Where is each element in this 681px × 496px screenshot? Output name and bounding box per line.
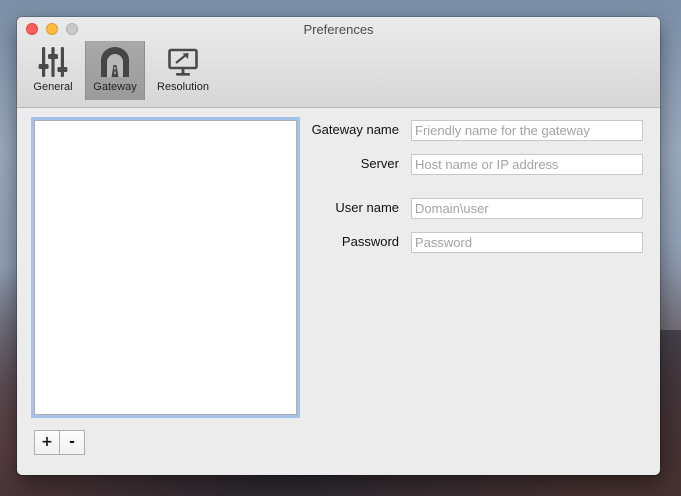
user-name-label: User name xyxy=(335,200,399,215)
tab-gateway[interactable]: Gateway xyxy=(85,41,145,100)
password-field[interactable] xyxy=(411,232,643,253)
sliders-icon xyxy=(36,45,70,79)
monitor-icon xyxy=(166,45,200,79)
window-title: Preferences xyxy=(303,22,374,37)
remove-gateway-button[interactable]: - xyxy=(59,430,85,455)
tab-resolution-label: Resolution xyxy=(157,81,209,93)
gateway-list[interactable] xyxy=(34,120,297,415)
tab-resolution[interactable]: Resolution xyxy=(152,41,214,100)
tab-gateway-label: Gateway xyxy=(93,81,137,93)
server-field[interactable] xyxy=(411,154,643,175)
user-name-field[interactable] xyxy=(411,198,643,219)
gateway-pane: + - Gateway name Server User name Passwo… xyxy=(17,108,660,475)
preferences-window: Preferences General Gateway Resolution +… xyxy=(17,17,660,475)
gateway-name-field[interactable] xyxy=(411,120,643,141)
server-label: Server xyxy=(360,156,399,171)
tab-general-label: General xyxy=(33,81,73,93)
gateway-name-label: Gateway name xyxy=(311,122,399,137)
tunnel-icon xyxy=(98,45,132,79)
toolbar: Preferences General Gateway Resolution xyxy=(17,17,660,108)
tab-general[interactable]: General xyxy=(27,41,79,100)
password-label: Password xyxy=(341,234,399,249)
add-gateway-button[interactable]: + xyxy=(34,430,60,455)
